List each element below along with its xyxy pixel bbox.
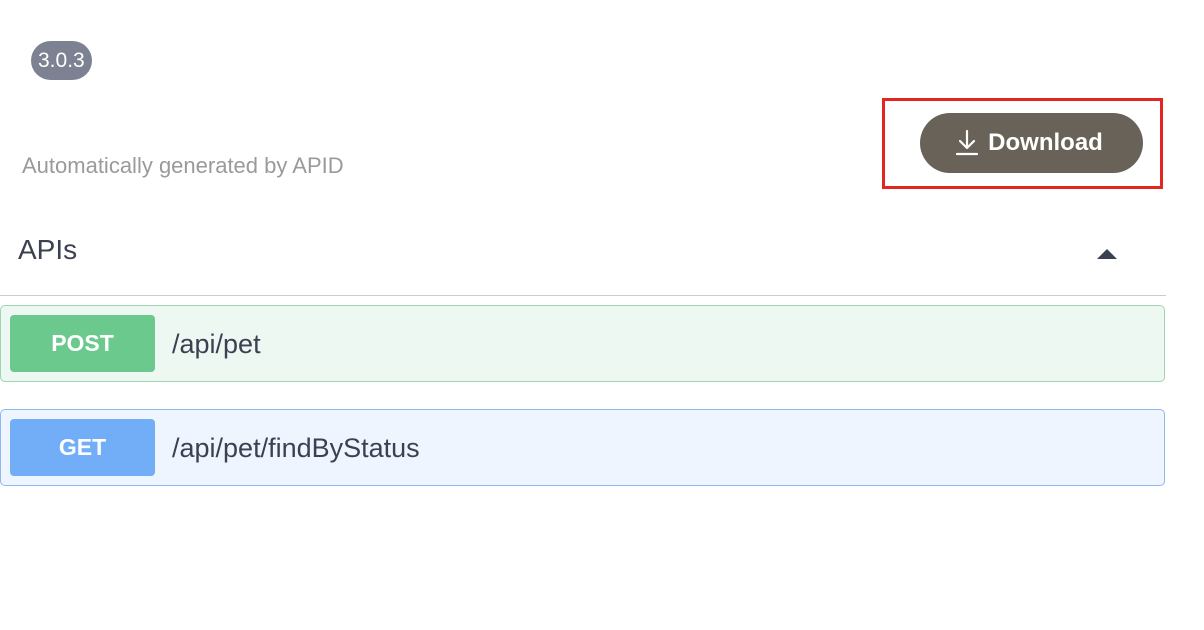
apis-section-title[interactable]: APIs: [18, 232, 77, 268]
section-divider: [0, 295, 1166, 296]
operation-post-api-pet[interactable]: POST /api/pet: [0, 305, 1165, 382]
download-label: Download: [988, 129, 1103, 156]
method-badge-post: POST: [10, 315, 155, 372]
download-button[interactable]: Download: [920, 113, 1143, 173]
api-description: Automatically generated by APID: [22, 153, 344, 178]
version-badge: 3.0.3: [31, 41, 92, 80]
api-docs-page: 3.0.3 Automatically generated by APID Do…: [0, 0, 1204, 630]
download-icon: [954, 129, 980, 157]
method-badge-get: GET: [10, 419, 155, 476]
operation-path: /api/pet: [172, 329, 261, 359]
operation-path: /api/pet/findByStatus: [172, 433, 420, 463]
operation-get-api-pet-findbystatus[interactable]: GET /api/pet/findByStatus: [0, 409, 1165, 486]
caret-up-icon[interactable]: [1094, 244, 1120, 262]
